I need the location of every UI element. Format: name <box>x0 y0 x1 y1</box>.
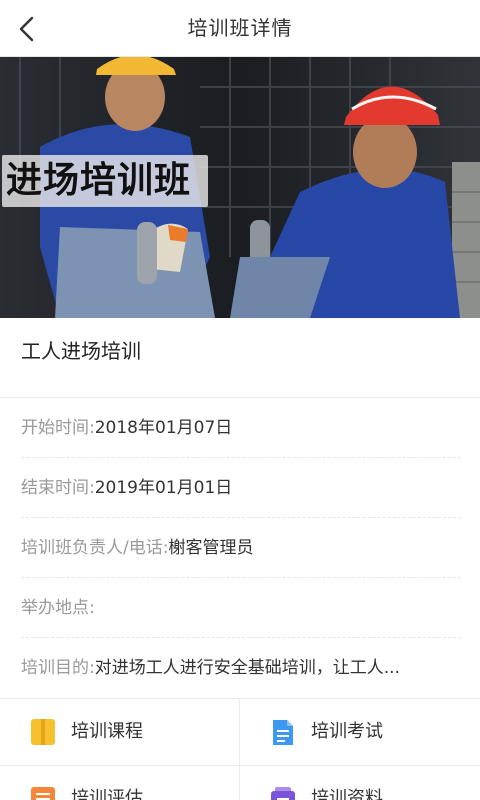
training-exam-label: 培训考试 <box>311 721 383 742</box>
training-course-label: 培训课程 <box>71 721 143 742</box>
folder-icon <box>271 787 295 800</box>
banner-overlay-text: 进场培训班 <box>2 155 208 207</box>
start-time-label: 开始时间: <box>21 418 95 438</box>
training-evaluation-button[interactable]: 培训评估 <box>0 766 240 800</box>
manager-value: 榭客管理员 <box>168 538 254 558</box>
document-icon <box>273 720 293 745</box>
end-time-label: 结束时间: <box>21 478 95 498</box>
training-evaluation-label: 培训评估 <box>71 788 143 800</box>
location-row: 举办地点: <box>21 578 461 638</box>
end-time-row: 结束时间:2019年01月01日 <box>21 458 461 518</box>
start-time-value: 2018年01月07日 <box>94 418 233 438</box>
start-time-row: 开始时间:2018年01月07日 <box>21 398 461 458</box>
training-materials-button[interactable]: 培训资料 <box>240 766 480 800</box>
training-materials-label: 培训资料 <box>311 788 383 800</box>
training-course-button[interactable]: 培训课程 <box>0 699 240 765</box>
purpose-value: 对进场工人进行安全基础培训，让工人... <box>94 658 400 678</box>
purpose-label: 培训目的: <box>21 658 95 678</box>
training-menu: 培训课程 培训考试 培训评估 培训资料 <box>0 698 480 800</box>
list-icon <box>31 787 55 800</box>
page-title: 培训班详情 <box>187 16 293 40</box>
purpose-row[interactable]: 培训目的:对进场工人进行安全基础培训，让工人... <box>21 638 461 698</box>
end-time-value: 2019年01月01日 <box>94 478 233 498</box>
book-icon <box>31 719 55 745</box>
nav-bar: 培训班详情 <box>0 0 480 57</box>
location-label: 举办地点: <box>21 598 95 618</box>
banner-image: 进场培训班 <box>0 57 480 318</box>
course-name: 工人进场培训 <box>0 318 480 398</box>
training-exam-button[interactable]: 培训考试 <box>240 699 480 765</box>
manager-label: 培训班负责人/电话: <box>21 538 169 558</box>
manager-row: 培训班负责人/电话:榭客管理员 <box>21 518 461 578</box>
